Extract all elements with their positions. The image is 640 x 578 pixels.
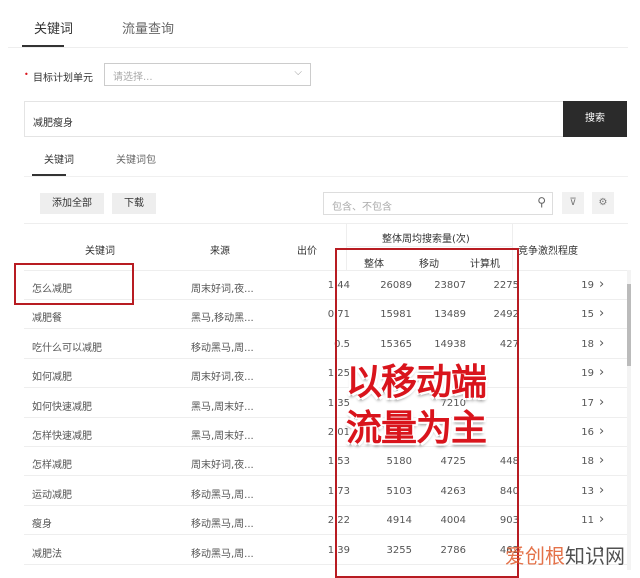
subtab-keyword-packs[interactable]: 关键词包 <box>116 151 156 166</box>
cell-keyword: 瘦身 <box>32 519 52 531</box>
tab-keywords[interactable]: 关键词 <box>34 18 73 37</box>
cell-source: 黑马,移动黑... <box>191 313 254 325</box>
cell-keyword: 如何快速减肥 <box>32 401 92 413</box>
filter-icon[interactable]: ⊽ <box>562 192 584 214</box>
cell-keyword: 如何减肥 <box>32 372 72 384</box>
chevron-down-icon: ⌵ <box>294 67 302 78</box>
annotation-text: 以移动端 流量为主 <box>346 362 487 449</box>
chevron-right-icon[interactable]: › <box>599 277 604 292</box>
col-source: 来源 <box>210 246 230 257</box>
chevron-right-icon[interactable]: › <box>599 453 604 468</box>
cell-competition: 18 <box>581 456 594 468</box>
chevron-right-icon[interactable]: › <box>599 365 604 380</box>
cell-competition: 18 <box>581 338 594 350</box>
download-button[interactable]: 下载 <box>112 193 156 214</box>
chevron-right-icon[interactable]: › <box>599 395 604 410</box>
scrollbar-thumb[interactable] <box>627 284 631 366</box>
watermark: 爱创根知识网 <box>505 544 625 568</box>
table-row[interactable]: 怎样减肥 周末好词,夜... 1.53 5180 4725 448 18 › <box>24 447 628 477</box>
cell-competition: 15 <box>581 309 594 321</box>
cell-source: 黑马,周末好... <box>191 401 254 413</box>
tab-traffic-query[interactable]: 流量查询 <box>122 18 174 37</box>
table-row[interactable]: 瘦身 移动黑马,周... 2.22 4914 4004 903 11 › <box>24 506 628 536</box>
search-icon: ⚲ <box>537 195 546 209</box>
cell-source: 周末好词,夜... <box>191 372 254 384</box>
search-input[interactable]: 减肥瘦身 <box>24 101 564 137</box>
filter-input[interactable]: 包含、不包含 ⚲ <box>323 192 553 215</box>
gear-icon[interactable]: ⚙ <box>592 192 614 214</box>
cell-source: 周末好词,夜... <box>191 460 254 472</box>
cell-competition: 11 <box>581 515 594 527</box>
subtab-keywords[interactable]: 关键词 <box>44 151 74 166</box>
cell-competition: 13 <box>581 485 594 497</box>
table-row[interactable]: 如何减肥 周末好词,夜... 1.25 19 › <box>24 359 628 389</box>
col-competition: 竞争激烈程度 <box>518 246 578 257</box>
table-row[interactable]: 如何快速减肥 黑马,周末好... 1.35 7210 17 › <box>24 389 628 418</box>
target-unit-label: 目标计划单元 <box>33 73 93 84</box>
chevron-right-icon[interactable]: › <box>599 306 604 321</box>
cell-keyword: 怎样减肥 <box>32 460 72 472</box>
required-mark: • <box>24 70 29 79</box>
cell-competition: 19 <box>581 368 594 380</box>
filter-placeholder: 包含、不包含 <box>332 202 392 213</box>
cell-competition: 16 <box>581 427 594 438</box>
table-row[interactable]: 怎样快速减肥 黑马,周末好... 2.01 16 › <box>24 418 628 447</box>
cell-keyword: 运动减肥 <box>32 489 72 501</box>
add-all-button[interactable]: 添加全部 <box>40 193 104 214</box>
cell-competition: 19 <box>581 280 594 291</box>
cell-source: 周末好词,夜... <box>191 284 254 295</box>
cell-competition: 17 <box>581 397 594 409</box>
select-placeholder: 请选择... <box>113 72 153 83</box>
highlight-keyword-box <box>14 263 134 305</box>
cell-keyword: 减肥餐 <box>32 313 62 325</box>
cell-keyword: 减肥法 <box>32 548 62 560</box>
chevron-right-icon[interactable]: › <box>599 424 604 439</box>
cell-source: 移动黑马,周... <box>191 342 254 354</box>
table-row[interactable]: 运动减肥 移动黑马,周... 1.73 5103 4263 840 13 › <box>24 477 628 506</box>
cell-source: 移动黑马,周... <box>191 489 254 501</box>
table-row[interactable]: 吃什么可以减肥 移动黑马,周... 0.5 15365 14938 427 18 › <box>24 330 628 359</box>
search-button[interactable]: 搜索 <box>563 101 627 137</box>
cell-source: 移动黑马,周... <box>191 519 254 531</box>
col-bid: 出价 <box>297 246 317 257</box>
cell-source: 移动黑马,周... <box>191 548 254 560</box>
chevron-right-icon[interactable]: › <box>599 483 604 498</box>
cell-keyword: 怎样快速减肥 <box>32 431 92 442</box>
cell-source: 黑马,周末好... <box>191 431 254 442</box>
target-unit-select[interactable]: 请选择... ⌵ <box>104 63 311 86</box>
cell-keyword: 吃什么可以减肥 <box>32 342 102 354</box>
chevron-right-icon[interactable]: › <box>599 512 604 527</box>
col-weekly-search-group: 整体周均搜索量(次) <box>382 234 470 245</box>
col-keyword: 关键词 <box>85 246 115 257</box>
chevron-right-icon[interactable]: › <box>599 336 604 351</box>
